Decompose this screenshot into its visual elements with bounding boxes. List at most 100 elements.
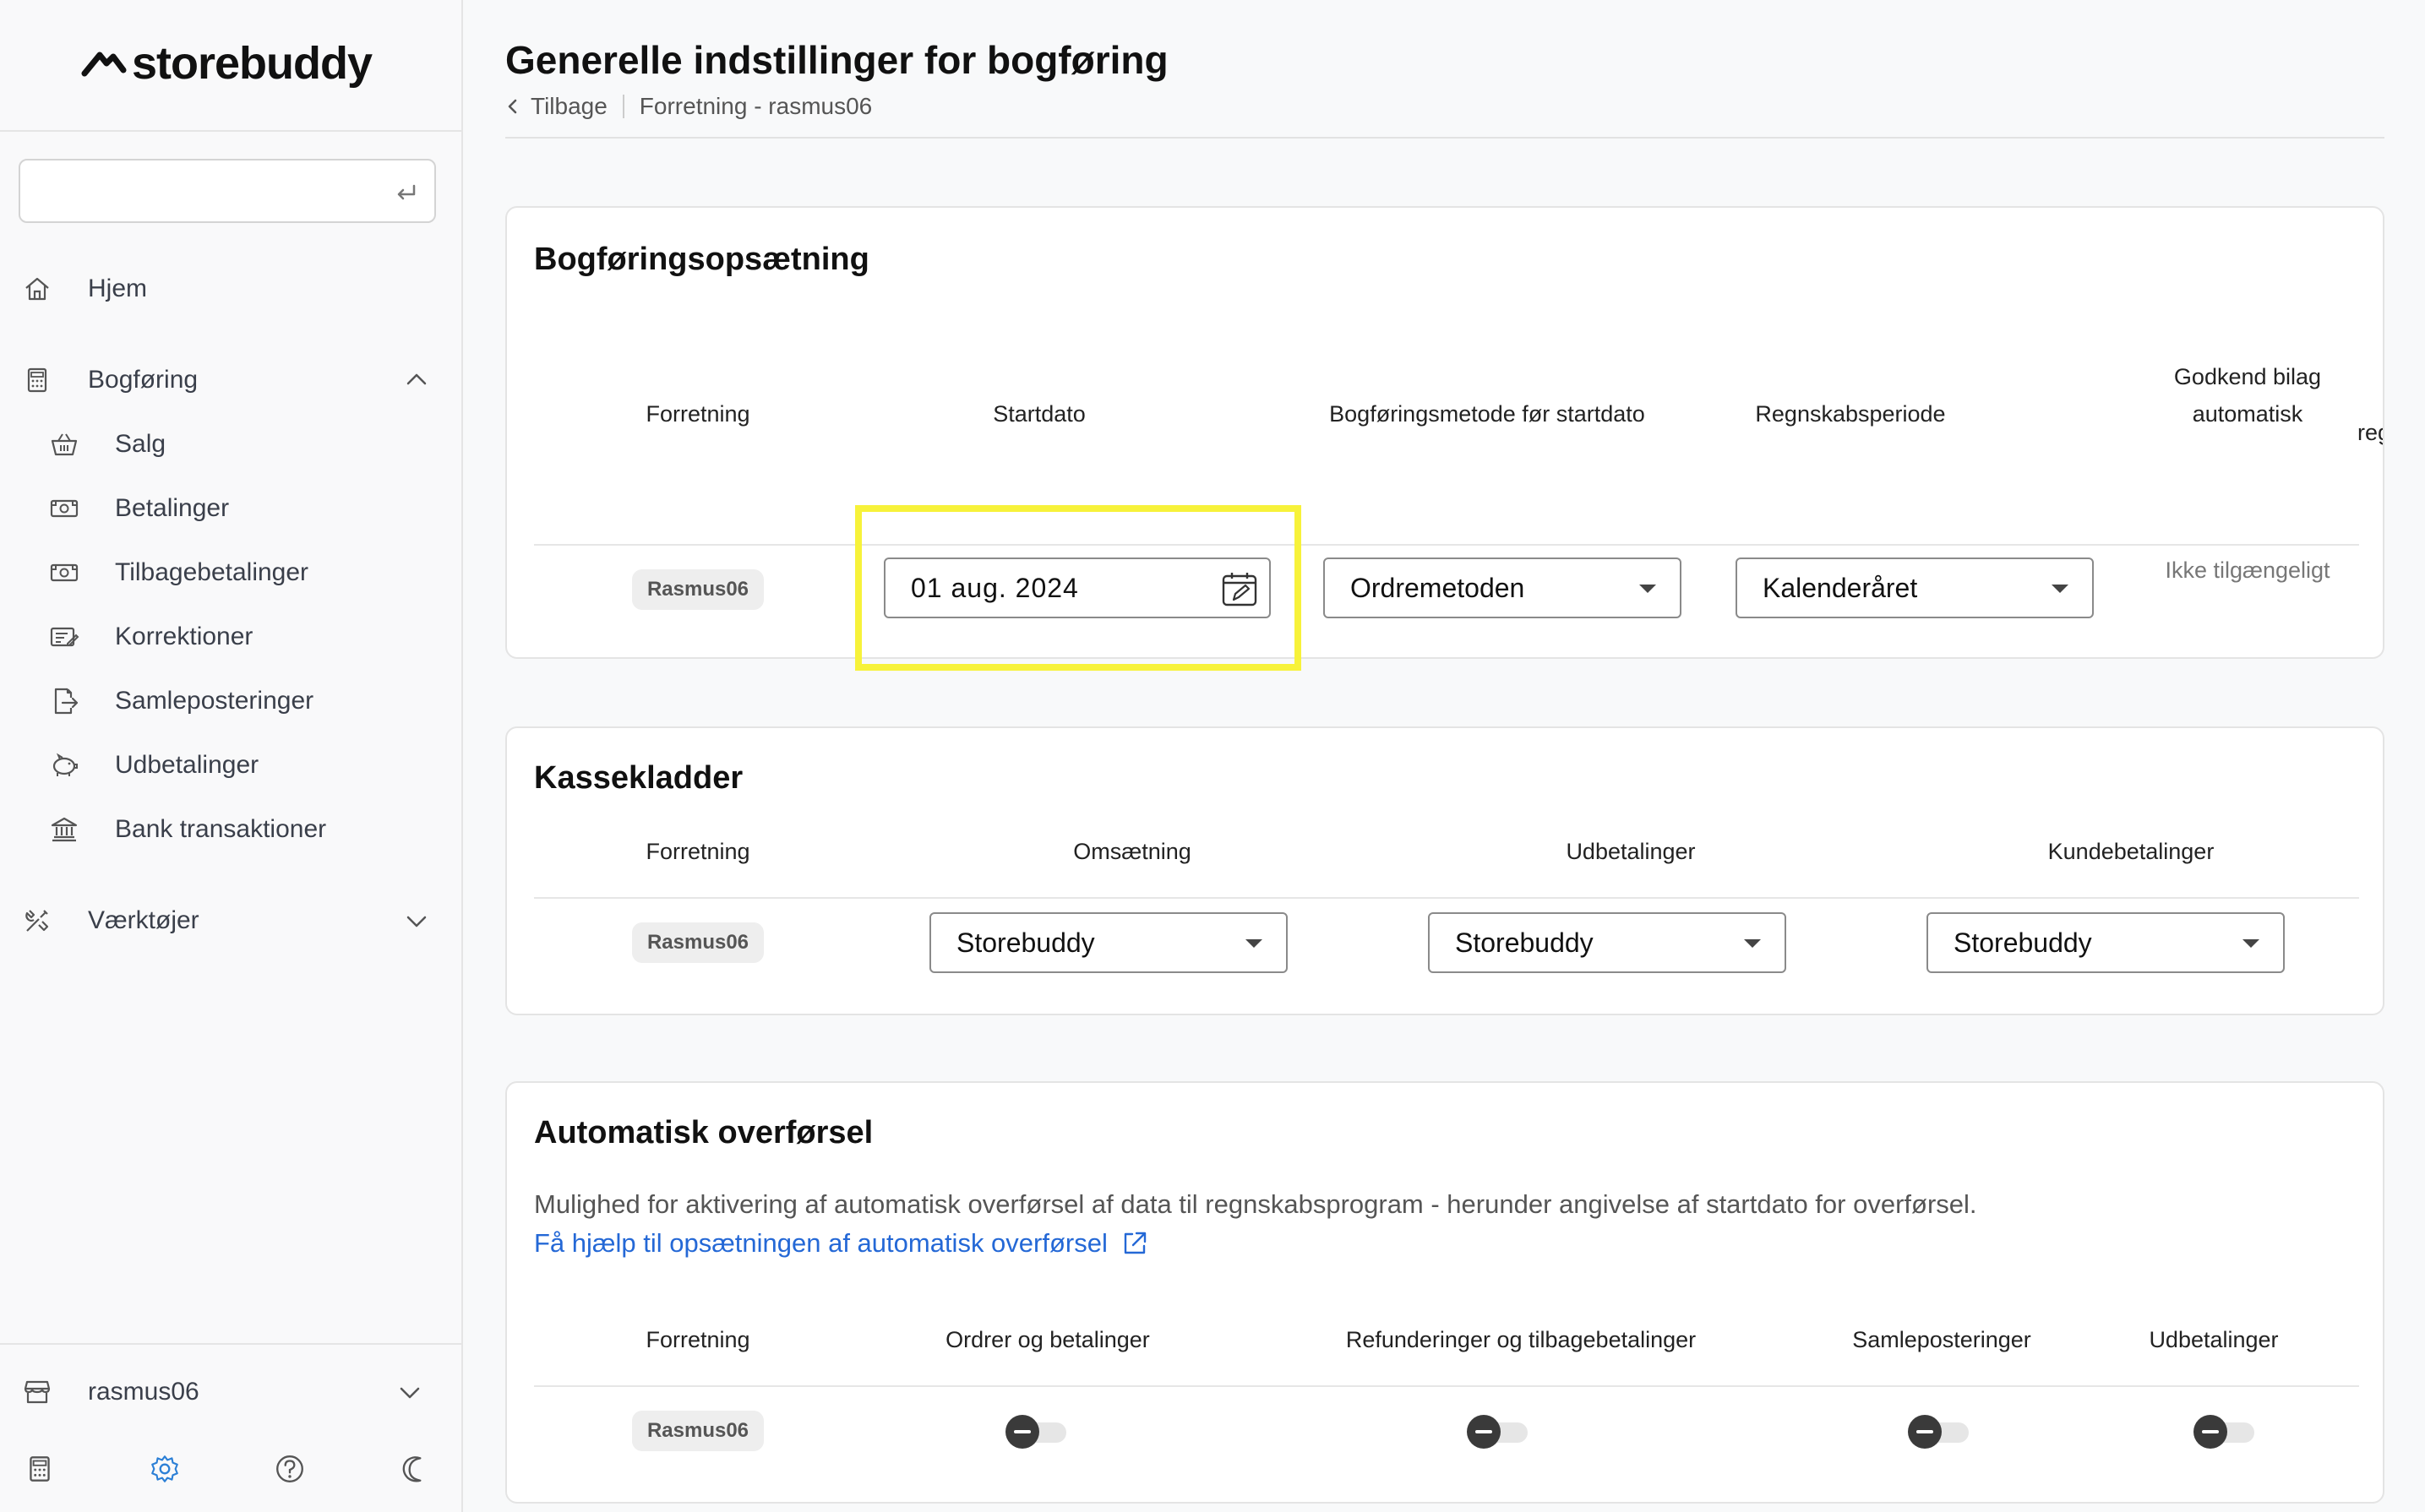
- sidebar-item-hjem[interactable]: Hjem: [20, 272, 147, 306]
- toggle-knob: [1467, 1415, 1501, 1449]
- auto-approve-status: Ikke tilgængeligt: [2165, 557, 2330, 583]
- method-select-value: Ordremetoden: [1350, 572, 1525, 603]
- edit-doc-icon: [47, 620, 81, 654]
- sidebar-search-input[interactable]: [19, 159, 436, 223]
- dropdown-caret-icon: [2242, 939, 2259, 948]
- column-header: Forretning: [646, 1327, 750, 1352]
- toggle-refunds[interactable]: [1467, 1414, 1528, 1449]
- basket-icon: [47, 427, 81, 461]
- help-link[interactable]: Få hjælp til opsætningen af automatisk o…: [534, 1228, 1150, 1259]
- back-link[interactable]: Tilbage: [505, 93, 608, 120]
- shop-badge: Rasmus06: [632, 922, 764, 963]
- sidebar-item-label: Salg: [115, 430, 166, 458]
- toggle-udbetalinger[interactable]: [2193, 1414, 2254, 1449]
- sidebar-item-bank-transaktioner[interactable]: Bank transaktioner: [47, 813, 326, 846]
- payouts-select[interactable]: Storebuddy: [1428, 912, 1786, 973]
- sidebar-item-label: Bank transaktioner: [115, 815, 327, 843]
- logo[interactable]: storebuddy: [81, 34, 373, 93]
- auto-transfer-card: Automatisk overførsel Mulighed for aktiv…: [505, 1081, 2384, 1504]
- dropdown-caret-icon: [2052, 585, 2068, 593]
- column-header: Bogføringsmetode før startdato: [1329, 401, 1645, 427]
- dropdown-caret-icon: [1245, 939, 1262, 948]
- row-divider: [534, 544, 2359, 546]
- column-header: Udbetalinger: [1566, 839, 1696, 864]
- column-header: Refunderinger og tilbagebetalinger: [1345, 1327, 1697, 1352]
- enter-icon: [397, 184, 416, 200]
- revenue-select[interactable]: Storebuddy: [929, 912, 1288, 973]
- chevron-down-icon[interactable]: [395, 1379, 424, 1407]
- sidebar: storebuddy Hjem Bogføring Salg Betalinge…: [0, 0, 463, 1512]
- help-link-label: Få hjælp til opsætningen af automatisk o…: [534, 1228, 1108, 1258]
- toggle-samleposteringer[interactable]: [1908, 1414, 1969, 1449]
- help-icon[interactable]: [274, 1453, 306, 1485]
- column-header: Samleposteringer: [1852, 1327, 2031, 1352]
- header-divider: [505, 137, 2384, 139]
- main-content: Generelle indstillinger for bogføring Ti…: [465, 0, 2425, 1512]
- auto-card-description: Mulighed for aktivering af automatisk ov…: [534, 1189, 1977, 1219]
- toggle-orders-payments[interactable]: [1005, 1414, 1066, 1449]
- home-icon: [20, 272, 54, 306]
- sidebar-item-samleposteringer[interactable]: Samleposteringer: [47, 684, 313, 718]
- dropdown-caret-icon: [1639, 585, 1656, 593]
- cash-icon: [47, 492, 81, 525]
- gear-icon[interactable]: [149, 1453, 181, 1485]
- sidebar-bottom-divider: [0, 1343, 463, 1345]
- sidebar-item-label: Værktøjer: [88, 906, 199, 934]
- store-selector-label: rasmus06: [88, 1378, 199, 1406]
- moon-icon[interactable]: [399, 1453, 431, 1485]
- dropdown-caret-icon: [1744, 939, 1761, 948]
- sidebar-item-salg[interactable]: Salg: [47, 427, 166, 461]
- column-header: Ordrer og betalinger: [945, 1327, 1150, 1352]
- back-label: Tilbage: [531, 93, 608, 119]
- external-link-icon: [1124, 1232, 1147, 1254]
- store-icon: [20, 1375, 54, 1409]
- toggle-knob: [1005, 1415, 1039, 1449]
- sidebar-item-label: Hjem: [88, 275, 148, 302]
- breadcrumb: Tilbage Forretning - rasmus06: [505, 93, 872, 120]
- cash-icon: [47, 556, 81, 590]
- payouts-select-value: Storebuddy: [1455, 927, 1594, 958]
- chevron-down-icon[interactable]: [402, 907, 431, 936]
- storebuddy-logo-icon: [81, 52, 127, 77]
- page-title: Generelle indstillinger for bogføring: [505, 38, 1169, 82]
- sidebar-item-label: Tilbagebetalinger: [115, 558, 309, 586]
- column-header: Forretning: [646, 401, 750, 427]
- toggle-knob: [1908, 1415, 1942, 1449]
- column-header: Forretning: [646, 839, 750, 864]
- piggy-bank-icon: [47, 748, 81, 782]
- column-header: Regnskabsperiode: [1755, 401, 1946, 427]
- sidebar-item-udbetalinger[interactable]: Udbetalinger: [47, 748, 259, 782]
- sidebar-item-betalinger[interactable]: Betalinger: [47, 492, 229, 525]
- sidebar-item-tilbagebetalinger[interactable]: Tilbagebetalinger: [47, 556, 308, 590]
- period-select[interactable]: Kalenderåret: [1736, 557, 2094, 618]
- chevron-left-icon: [508, 99, 517, 114]
- period-select-value: Kalenderåret: [1763, 572, 1918, 603]
- customer-payments-select[interactable]: Storebuddy: [1926, 912, 2285, 973]
- column-header: Omsætning: [1073, 839, 1191, 864]
- sidebar-item-label: Bogføring: [88, 366, 199, 394]
- breadcrumb-current[interactable]: Forretning - rasmus06: [640, 93, 872, 120]
- customer-payments-select-value: Storebuddy: [1954, 927, 2092, 958]
- sidebar-item-korrektioner[interactable]: Korrektioner: [47, 620, 253, 654]
- tools-icon: [20, 904, 54, 938]
- sidebar-item-label: Udbetalinger: [115, 751, 259, 779]
- column-header: Kundebetalinger: [2047, 839, 2215, 864]
- calculator-icon[interactable]: [24, 1453, 56, 1485]
- chevron-up-icon[interactable]: [402, 365, 431, 394]
- cash-card: Kassekladder Forretning Omsætning Udbeta…: [505, 726, 2384, 1015]
- sidebar-item-bogforing[interactable]: Bogføring: [20, 363, 198, 397]
- sidebar-item-label: Korrektioner: [115, 623, 253, 650]
- row-divider: [534, 897, 2359, 899]
- export-doc-icon: [47, 684, 81, 718]
- cash-card-title: Kassekladder: [534, 760, 744, 796]
- method-select[interactable]: Ordremetoden: [1323, 557, 1681, 618]
- column-header-truncated: reg: [2357, 420, 2383, 445]
- date-highlight-box: [855, 505, 1301, 671]
- logo-text: storebuddy: [132, 38, 373, 89]
- store-selector[interactable]: rasmus06: [20, 1375, 199, 1409]
- revenue-select-value: Storebuddy: [956, 927, 1095, 958]
- breadcrumb-separator: [622, 95, 624, 118]
- app-root: storebuddy Hjem Bogføring Salg Betalinge…: [0, 0, 2425, 1512]
- sidebar-item-vaerktojer[interactable]: Værktøjer: [20, 904, 199, 938]
- toggle-knob: [2193, 1415, 2227, 1449]
